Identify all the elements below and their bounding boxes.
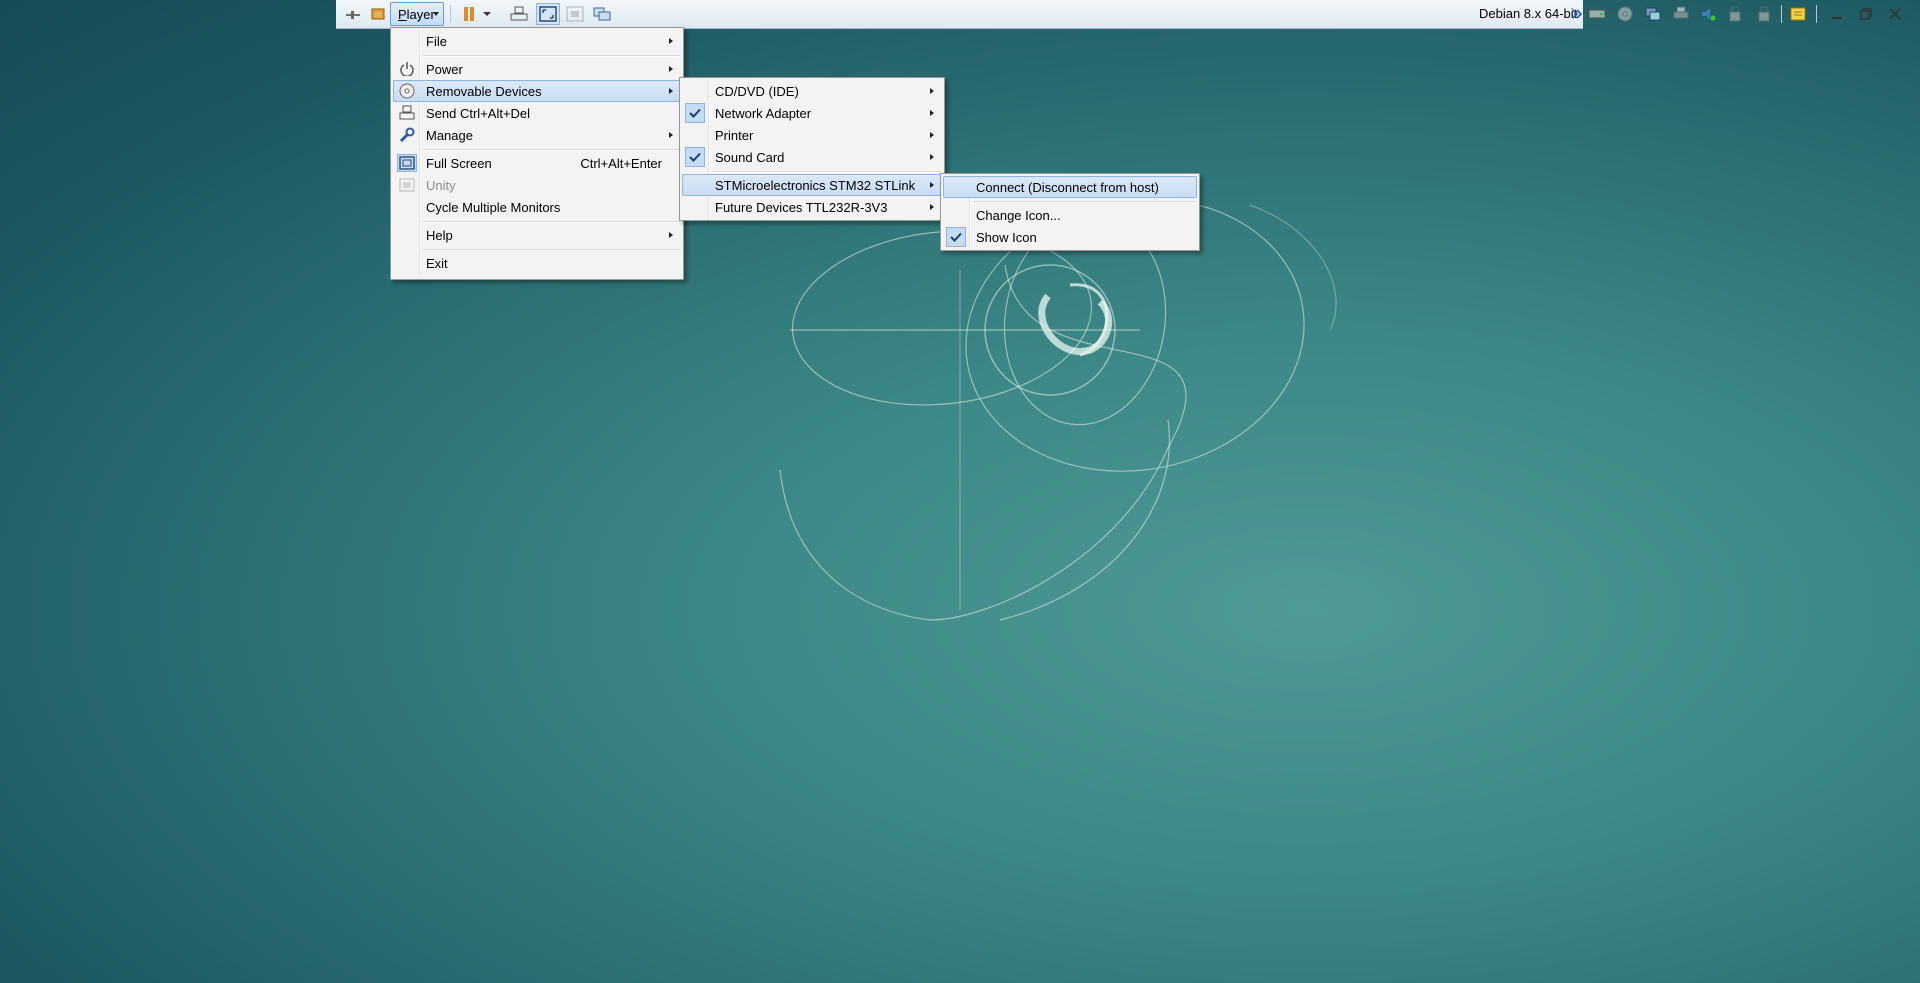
submenu-arrow-icon bbox=[930, 88, 934, 94]
printer-icon[interactable] bbox=[1670, 3, 1692, 25]
send-ctrl-alt-del-icon[interactable] bbox=[508, 3, 530, 25]
menu-item-file[interactable]: File bbox=[393, 30, 681, 52]
menu-item-send-ctrl-alt-del[interactable]: Send Ctrl+Alt+Del bbox=[393, 102, 681, 124]
menu-item-full-screen[interactable]: Full Screen Ctrl+Alt+Enter bbox=[393, 152, 681, 174]
cycle-monitors-icon[interactable] bbox=[591, 3, 613, 25]
menu-item-ttl232r[interactable]: Future Devices TTL232R-3V3 bbox=[682, 196, 942, 218]
submenu-arrow-icon bbox=[930, 110, 934, 116]
fullscreen-icon bbox=[397, 154, 417, 172]
unity-icon bbox=[397, 176, 417, 194]
menu-item-connect[interactable]: Connect (Disconnect from host) bbox=[943, 176, 1197, 198]
submenu-arrow-icon bbox=[669, 38, 673, 44]
close-icon[interactable] bbox=[1884, 3, 1906, 25]
network-adapter-icon[interactable] bbox=[1642, 3, 1664, 25]
double-chevron-right-icon[interactable] bbox=[1571, 3, 1583, 25]
power-icon bbox=[397, 60, 417, 78]
menu-item-help[interactable]: Help bbox=[393, 224, 681, 246]
vm-name: Debian 8.x 64-bit bbox=[1479, 6, 1578, 21]
desktop-wallpaper bbox=[779, 198, 1337, 621]
removable-devices-icon bbox=[397, 82, 417, 100]
menu-item-cd-dvd[interactable]: CD/DVD (IDE) bbox=[682, 80, 942, 102]
sound-card-icon[interactable] bbox=[1697, 3, 1719, 25]
menu-item-unity[interactable]: Unity bbox=[393, 174, 681, 196]
menu-item-manage[interactable]: Manage bbox=[393, 124, 681, 146]
menu-item-change-icon[interactable]: Change Icon... bbox=[943, 204, 1197, 226]
usb-device-icon[interactable] bbox=[1754, 3, 1774, 25]
fullscreen-icon[interactable] bbox=[536, 3, 560, 25]
stlink-menu: Connect (Disconnect from host) Change Ic… bbox=[940, 173, 1200, 251]
pause-dropdown-icon[interactable] bbox=[481, 3, 493, 25]
pause-icon[interactable] bbox=[458, 3, 480, 25]
submenu-arrow-icon bbox=[930, 204, 934, 210]
player-menu: File Power Removable Devices Send Ctrl+A… bbox=[390, 27, 684, 280]
submenu-arrow-icon bbox=[930, 132, 934, 138]
player-label: Player bbox=[398, 6, 435, 22]
restore-icon[interactable] bbox=[1855, 3, 1877, 25]
usb-device-icon[interactable] bbox=[1725, 3, 1745, 25]
minimize-icon[interactable] bbox=[1826, 3, 1848, 25]
menu-item-show-icon[interactable]: Show Icon bbox=[943, 226, 1197, 248]
submenu-arrow-icon bbox=[669, 232, 673, 238]
unity-icon[interactable] bbox=[564, 3, 586, 25]
submenu-arrow-icon bbox=[669, 66, 673, 72]
checkmark-icon bbox=[685, 103, 705, 123]
menu-item-power[interactable]: Power bbox=[393, 58, 681, 80]
wrench-icon bbox=[397, 126, 417, 144]
submenu-arrow-icon bbox=[930, 154, 934, 160]
submenu-arrow-icon bbox=[669, 88, 673, 94]
menu-item-exit[interactable]: Exit bbox=[393, 252, 681, 274]
library-icon[interactable] bbox=[367, 3, 389, 25]
checkmark-icon bbox=[946, 227, 966, 247]
menu-item-sound-card[interactable]: Sound Card bbox=[682, 146, 942, 168]
menu-item-network-adapter[interactable]: Network Adapter bbox=[682, 102, 942, 124]
chevron-down-icon bbox=[433, 12, 439, 16]
vm-toolbar: Player Debian 8.x 64-bit bbox=[336, 0, 1901, 29]
submenu-arrow-icon bbox=[930, 182, 934, 188]
messages-icon[interactable] bbox=[1787, 3, 1809, 25]
menu-item-stlink[interactable]: STMicroelectronics STM32 STLink bbox=[682, 174, 942, 196]
cd-dvd-icon[interactable] bbox=[1614, 3, 1636, 25]
keyboard-icon bbox=[397, 104, 417, 122]
menu-item-removable-devices[interactable]: Removable Devices bbox=[393, 80, 681, 102]
menu-item-cycle-multiple-monitors[interactable]: Cycle Multiple Monitors bbox=[393, 196, 681, 218]
submenu-arrow-icon bbox=[669, 132, 673, 138]
menu-item-printer[interactable]: Printer bbox=[682, 124, 942, 146]
player-menu-button[interactable]: Player bbox=[390, 2, 444, 26]
checkmark-icon bbox=[685, 147, 705, 167]
hard-disk-icon[interactable] bbox=[1586, 3, 1608, 25]
pin-icon[interactable] bbox=[342, 3, 364, 25]
removable-devices-menu: CD/DVD (IDE) Network Adapter Printer Sou… bbox=[679, 77, 945, 221]
